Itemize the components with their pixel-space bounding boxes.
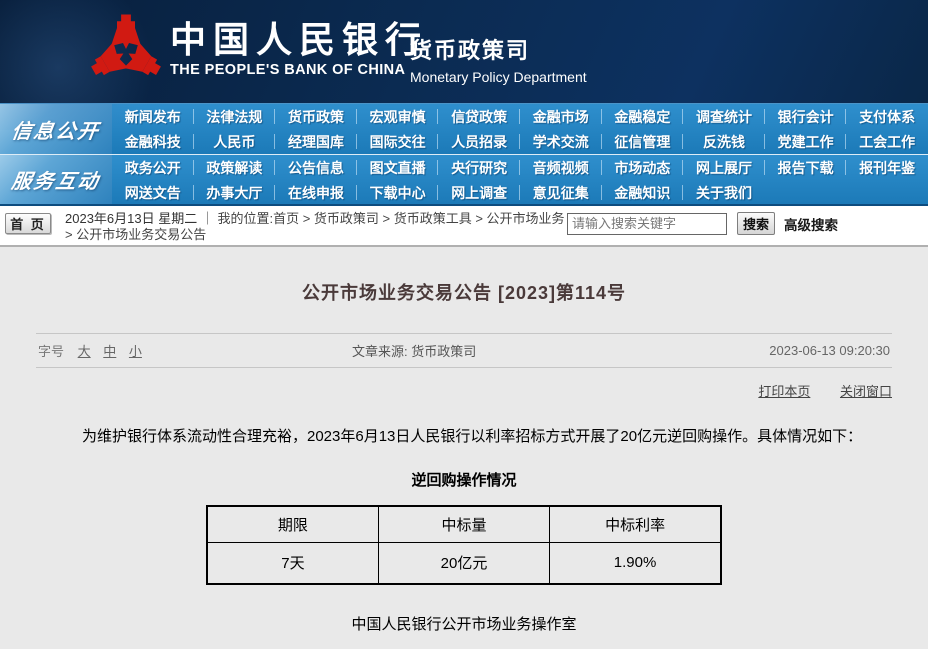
nav-item[interactable]: 市场动态 xyxy=(602,155,684,180)
table-title: 逆回购操作情况 xyxy=(0,469,928,490)
nav-item[interactable]: 反洗钱 xyxy=(683,129,765,154)
close-window-link[interactable]: 关闭窗口 xyxy=(840,384,892,399)
nav-item[interactable]: 关于我们 xyxy=(683,180,765,205)
nav-label-service[interactable]: 服务互动 xyxy=(0,155,112,204)
home-button[interactable]: 首 页 xyxy=(5,213,51,234)
nav-item[interactable]: 工会工作 xyxy=(846,129,928,154)
advanced-search-link[interactable]: 高级搜索 xyxy=(784,214,838,234)
table-header-cell: 中标量 xyxy=(378,506,549,542)
nav-cell-empty xyxy=(765,180,847,205)
nav-item[interactable]: 意见征集 xyxy=(520,180,602,205)
breadcrumb: 2023年6月13日 星期二 ｜ 我的位置:首页 > 货币政策司 > 货币政策工… xyxy=(65,211,565,243)
breadcrumb-bar: 首 页 2023年6月13日 星期二 ｜ 我的位置:首页 > 货币政策司 > 货… xyxy=(0,206,928,247)
department-name-en: Monetary Policy Department xyxy=(410,69,587,85)
table-row: 7天 20亿元 1.90% xyxy=(207,542,721,584)
nav-item[interactable]: 国际交往 xyxy=(357,129,439,154)
nav-item[interactable]: 政策解读 xyxy=(194,155,276,180)
table-header-row: 期限 中标量 中标利率 xyxy=(207,506,721,542)
nav-item[interactable]: 银行会计 xyxy=(765,104,847,129)
nav-item[interactable]: 金融知识 xyxy=(602,180,684,205)
table-header-cell: 中标利率 xyxy=(550,506,721,542)
bank-name-cn: 中国人民银行 xyxy=(170,20,428,60)
nav-item[interactable]: 图文直播 xyxy=(357,155,439,180)
signature-office: 中国人民银行公开市场业务操作室 xyxy=(0,613,928,634)
nav-item[interactable]: 信贷政策 xyxy=(438,104,520,129)
article-body-text: 为维护银行体系流动性合理充裕，2023年6月13日人民银行以利率招标方式开展了2… xyxy=(52,426,876,447)
article-content: 公开市场业务交易公告 [2023]第114号 字号 大 中 小 文章来源: 货币… xyxy=(0,279,928,649)
nav-item[interactable]: 在线申报 xyxy=(275,180,357,205)
nav-item[interactable]: 征信管理 xyxy=(602,129,684,154)
nav-section-service: 服务互动 政务公开 政策解读 公告信息 图文直播 央行研究 音频视频 市场动态 … xyxy=(0,154,928,204)
nav-item[interactable]: 经理国库 xyxy=(275,129,357,154)
reverse-repo-table: 期限 中标量 中标利率 7天 20亿元 1.90% xyxy=(206,505,722,585)
font-size-large[interactable]: 大 xyxy=(78,344,91,359)
nav-cell-empty xyxy=(846,180,928,205)
nav-item[interactable]: 下载中心 xyxy=(357,180,439,205)
nav-item[interactable]: 公告信息 xyxy=(275,155,357,180)
nav-item[interactable]: 金融稳定 xyxy=(602,104,684,129)
print-page-link[interactable]: 打印本页 xyxy=(758,384,810,399)
department-title: 货币政策司 Monetary Policy Department xyxy=(410,33,587,85)
font-size-controls: 字号 大 中 小 xyxy=(38,341,352,360)
search-input[interactable] xyxy=(567,213,727,235)
nav-item[interactable]: 报告下载 xyxy=(765,155,847,180)
department-name-cn: 货币政策司 xyxy=(410,33,587,65)
font-size-medium[interactable]: 中 xyxy=(103,344,116,359)
nav-item[interactable]: 金融市场 xyxy=(520,104,602,129)
font-size-label: 字号 xyxy=(38,344,64,359)
article-meta-bar: 字号 大 中 小 文章来源: 货币政策司 2023-06-13 09:20:30 xyxy=(36,333,892,368)
bank-name-en: THE PEOPLE'S BANK OF CHINA xyxy=(170,62,428,78)
current-date: 2023年6月13日 星期二 xyxy=(65,211,197,226)
table-header-cell: 期限 xyxy=(207,506,378,542)
nav-grid-service: 政务公开 政策解读 公告信息 图文直播 央行研究 音频视频 市场动态 网上展厅 … xyxy=(112,155,928,204)
nav-item[interactable]: 网上展厅 xyxy=(683,155,765,180)
nav-item[interactable]: 货币政策 xyxy=(275,104,357,129)
article-source: 文章来源: 货币政策司 xyxy=(352,341,769,360)
nav-item[interactable]: 学术交流 xyxy=(520,129,602,154)
nav-item[interactable]: 宏观审慎 xyxy=(357,104,439,129)
nav-item[interactable]: 人员招录 xyxy=(438,129,520,154)
table-cell: 20亿元 xyxy=(378,542,549,584)
search-area: 搜索 高级搜索 xyxy=(567,212,838,235)
nav-item[interactable]: 央行研究 xyxy=(438,155,520,180)
bank-logo-text: 中国人民银行 THE PEOPLE'S BANK OF CHINA xyxy=(170,20,428,78)
nav-item[interactable]: 党建工作 xyxy=(765,129,847,154)
site-header: 中国人民银行 THE PEOPLE'S BANK OF CHINA 货币政策司 … xyxy=(0,0,928,103)
font-size-small[interactable]: 小 xyxy=(129,344,142,359)
nav-item[interactable]: 网送文告 xyxy=(112,180,194,205)
nav-item[interactable]: 金融科技 xyxy=(112,129,194,154)
nav-item[interactable]: 支付体系 xyxy=(846,104,928,129)
pboc-emblem-icon xyxy=(88,13,164,91)
nav-item[interactable]: 政务公开 xyxy=(112,155,194,180)
main-nav: 信息公开 新闻发布 法律法规 货币政策 宏观审慎 信贷政策 金融市场 金融稳定 … xyxy=(0,103,928,206)
nav-item[interactable]: 新闻发布 xyxy=(112,104,194,129)
nav-item[interactable]: 人民币 xyxy=(194,129,276,154)
nav-item[interactable]: 法律法规 xyxy=(194,104,276,129)
page-actions: 打印本页 关闭窗口 xyxy=(36,368,892,400)
nav-grid-info: 新闻发布 法律法规 货币政策 宏观审慎 信贷政策 金融市场 金融稳定 调查统计 … xyxy=(112,104,928,154)
table-cell: 7天 xyxy=(207,542,378,584)
search-button[interactable]: 搜索 xyxy=(737,212,775,235)
nav-section-info-disclosure: 信息公开 新闻发布 法律法规 货币政策 宏观审慎 信贷政策 金融市场 金融稳定 … xyxy=(0,104,928,154)
nav-item[interactable]: 调查统计 xyxy=(683,104,765,129)
article-timestamp: 2023-06-13 09:20:30 xyxy=(769,343,890,358)
nav-item[interactable]: 网上调查 xyxy=(438,180,520,205)
nav-item[interactable]: 办事大厅 xyxy=(194,180,276,205)
nav-item[interactable]: 音频视频 xyxy=(520,155,602,180)
page-title: 公开市场业务交易公告 [2023]第114号 xyxy=(0,279,928,305)
table-cell: 1.90% xyxy=(550,542,721,584)
nav-item[interactable]: 报刊年鉴 xyxy=(846,155,928,180)
